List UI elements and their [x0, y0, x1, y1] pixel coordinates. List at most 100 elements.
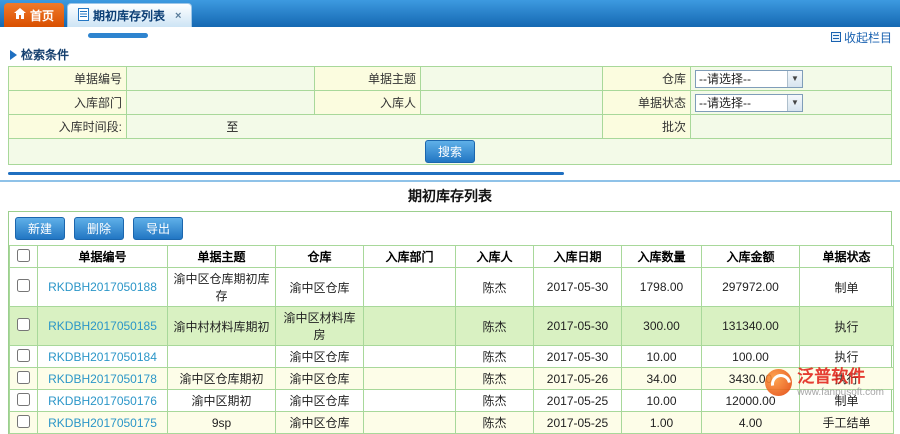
subject-cell	[168, 346, 276, 368]
status-cell: 手工结单	[800, 412, 894, 434]
home-icon	[14, 8, 26, 22]
col-subject: 单据主题	[168, 246, 276, 268]
warehouse-cell: 渝中区仓库	[276, 390, 364, 412]
date-cell: 2017-05-25	[534, 390, 622, 412]
dept-cell	[364, 390, 456, 412]
row-checkbox[interactable]	[17, 349, 30, 362]
doc-no-label: 单据编号	[9, 67, 127, 91]
table-row: RKDBH2017050176 渝中区期初 渝中区仓库 陈杰 2017-05-2…	[10, 390, 894, 412]
warehouse-cell: 渝中区材料库房	[276, 307, 364, 346]
table-row: RKDBH2017050188 渝中区仓库期初库存 渝中区仓库 陈杰 2017-…	[10, 268, 894, 307]
tab-home-label: 首页	[30, 7, 54, 24]
person-cell: 陈杰	[456, 346, 534, 368]
chevron-down-icon: ▼	[787, 71, 802, 87]
inventory-list-panel: 新建 删除 导出 单据编号 单据主题 仓库 入库部门 入库人 入库日期 入库数量…	[8, 211, 892, 434]
col-person: 入库人	[456, 246, 534, 268]
table-row: RKDBH2017050175 9sp 渝中区仓库 陈杰 2017-05-25 …	[10, 412, 894, 434]
separator-light-line	[0, 180, 900, 182]
qty-cell: 10.00	[622, 390, 702, 412]
subject-input[interactable]	[425, 70, 591, 88]
subject-cell: 渝中区期初	[168, 390, 276, 412]
col-qty: 入库数量	[622, 246, 702, 268]
row-checkbox[interactable]	[17, 415, 30, 428]
document-icon	[78, 8, 89, 24]
warehouse-cell: 渝中区仓库	[276, 268, 364, 307]
person-cell: 陈杰	[456, 390, 534, 412]
collapse-columns-link[interactable]: 收起栏目	[831, 29, 892, 46]
col-status: 单据状态	[800, 246, 894, 268]
qty-cell: 1.00	[622, 412, 702, 434]
warehouse-select-value: --请选择--	[699, 70, 751, 87]
doc-no-link[interactable]: RKDBH2017050178	[38, 368, 168, 390]
subject-cell: 渝中区仓库期初库存	[168, 268, 276, 307]
col-warehouse: 仓库	[276, 246, 364, 268]
qty-cell: 300.00	[622, 307, 702, 346]
chevron-down-icon: ▼	[787, 95, 802, 111]
page-title: 期初库存列表	[0, 186, 900, 206]
sub-bar: 收起栏目	[0, 27, 900, 44]
separator	[0, 172, 900, 182]
dept-cell	[364, 307, 456, 346]
row-checkbox[interactable]	[17, 393, 30, 406]
tab-bar: 首页 期初库存列表 ×	[0, 0, 900, 27]
tab-home[interactable]: 首页	[4, 3, 64, 27]
period-start-input[interactable]	[131, 118, 223, 136]
table-header-row: 单据编号 单据主题 仓库 入库部门 入库人 入库日期 入库数量 入库金额 单据状…	[10, 246, 894, 268]
warehouse-select[interactable]: --请选择-- ▼	[695, 70, 803, 88]
search-button[interactable]: 搜索	[425, 140, 475, 163]
tab-close-icon[interactable]: ×	[175, 10, 181, 22]
row-checkbox[interactable]	[17, 371, 30, 384]
collapse-label: 收起栏目	[844, 29, 892, 46]
row-checkbox[interactable]	[17, 318, 30, 331]
separator-dark-line	[8, 172, 564, 175]
person-input[interactable]	[425, 94, 591, 112]
inventory-table-body: RKDBH2017050188 渝中区仓库期初库存 渝中区仓库 陈杰 2017-…	[10, 268, 894, 434]
period-end-input[interactable]	[242, 118, 462, 136]
col-amount: 入库金额	[702, 246, 800, 268]
row-checkbox[interactable]	[17, 279, 30, 292]
qty-cell: 10.00	[622, 346, 702, 368]
col-dept: 入库部门	[364, 246, 456, 268]
status-cell: 制单	[800, 268, 894, 307]
subject-cell: 9sp	[168, 412, 276, 434]
date-cell: 2017-05-26	[534, 368, 622, 390]
new-button[interactable]: 新建	[15, 217, 65, 240]
warehouse-cell: 渝中区仓库	[276, 412, 364, 434]
status-select[interactable]: --请选择-- ▼	[695, 94, 803, 112]
tab-inventory-list[interactable]: 期初库存列表 ×	[67, 3, 192, 27]
batch-input[interactable]	[695, 118, 879, 136]
dept-cell	[364, 268, 456, 307]
subject-label: 单据主题	[315, 67, 421, 91]
warehouse-label: 仓库	[603, 67, 691, 91]
doc-no-link[interactable]: RKDBH2017050175	[38, 412, 168, 434]
col-doc-no: 单据编号	[38, 246, 168, 268]
horizontal-scrollbar-thumb[interactable]	[88, 33, 148, 38]
dept-input[interactable]	[131, 94, 303, 112]
collapse-icon	[831, 31, 841, 45]
delete-button[interactable]: 删除	[74, 217, 124, 240]
list-toolbar: 新建 删除 导出	[9, 212, 891, 245]
amount-cell: 297972.00	[702, 268, 800, 307]
doc-no-input[interactable]	[131, 70, 303, 88]
amount-cell: 12000.00	[702, 390, 800, 412]
doc-no-link[interactable]: RKDBH2017050176	[38, 390, 168, 412]
person-cell: 陈杰	[456, 412, 534, 434]
subject-cell: 渝中村材料库期初	[168, 307, 276, 346]
table-row: RKDBH2017050185 渝中村材料库期初 渝中区材料库房 陈杰 2017…	[10, 307, 894, 346]
tab-inventory-label: 期初库存列表	[93, 7, 165, 24]
amount-cell: 3430.00	[702, 368, 800, 390]
doc-no-link[interactable]: RKDBH2017050188	[38, 268, 168, 307]
status-cell: 执行	[800, 368, 894, 390]
doc-no-link[interactable]: RKDBH2017050185	[38, 307, 168, 346]
batch-label: 批次	[603, 115, 691, 139]
amount-cell: 131340.00	[702, 307, 800, 346]
amount-cell: 4.00	[702, 412, 800, 434]
dept-cell	[364, 368, 456, 390]
doc-no-link[interactable]: RKDBH2017050184	[38, 346, 168, 368]
triangle-right-icon	[10, 50, 17, 60]
select-all-checkbox[interactable]	[17, 249, 30, 262]
person-cell: 陈杰	[456, 368, 534, 390]
status-label: 单据状态	[603, 91, 691, 115]
search-form: 单据编号 单据主题 仓库 --请选择-- ▼ 入库部门 入库人 单据状态 --请…	[8, 66, 892, 165]
export-button[interactable]: 导出	[133, 217, 183, 240]
